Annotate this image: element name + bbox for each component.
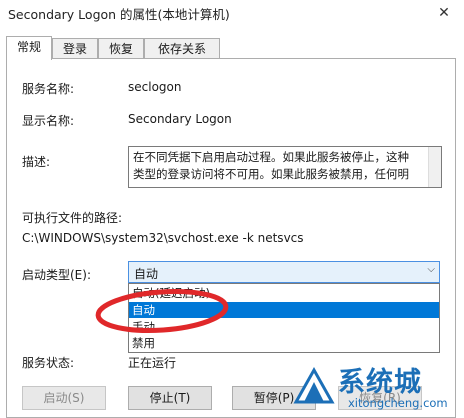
service-name-value: seclogon [128, 80, 182, 94]
description-label: 描述: [22, 155, 51, 169]
description-scrollbar[interactable] [428, 147, 441, 187]
brand-logo-icon [293, 366, 335, 404]
exe-path-value: C:\WINDOWS\system32\svchost.exe -k netsv… [22, 231, 304, 245]
service-status-label: 服务状态: [22, 356, 75, 370]
startup-type-dropdown: 自动(延迟启动) 自动 手动 禁用 [128, 283, 440, 353]
watermark-url: xitongcheng.com [348, 396, 448, 410]
startup-type-value: 自动 [134, 267, 159, 281]
start-button[interactable]: 启动(S) [22, 386, 106, 410]
window-title: Secondary Logon 的属性(本地计算机) [8, 7, 230, 22]
title-bar: Secondary Logon 的属性(本地计算机) ✕ [0, 0, 464, 26]
tab-dependencies[interactable]: 依存关系 [144, 38, 220, 58]
close-icon[interactable]: ✕ [432, 3, 456, 23]
service-name-label: 服务名称: [22, 82, 75, 96]
display-name-value: Secondary Logon [128, 112, 232, 126]
tab-logon[interactable]: 登录 [52, 38, 98, 58]
watermark: 系统城 xitongcheng.com [292, 360, 460, 413]
tab-recovery[interactable]: 恢复 [98, 38, 144, 58]
option-manual[interactable]: 手动 [129, 319, 439, 335]
exe-path-label: 可执行文件的路径: [22, 211, 123, 225]
description-line-2: 类型的登录访问将不可用。如果此服务被禁用，任何明 [133, 167, 409, 181]
description-box[interactable]: 在不同凭据下启用启动过程。如果此服务被停止，这种 类型的登录访问将不可用。如果此… [128, 146, 442, 188]
option-automatic-delayed[interactable]: 自动(延迟启动) [129, 285, 439, 301]
description-line-1: 在不同凭据下启用启动过程。如果此服务被停止，这种 [133, 150, 409, 164]
service-status-value: 正在运行 [128, 356, 177, 370]
stop-button[interactable]: 停止(T) [128, 386, 212, 410]
option-disabled[interactable]: 禁用 [129, 335, 439, 351]
tab-general[interactable]: 常规 [6, 36, 52, 60]
startup-type-select[interactable]: 自动 ⌵ [128, 261, 440, 283]
startup-type-label: 启动类型(E): [22, 268, 91, 282]
option-automatic[interactable]: 自动 [129, 302, 439, 318]
watermark-brand: 系统城 [338, 367, 422, 398]
display-name-label: 显示名称: [22, 114, 75, 128]
chevron-down-icon[interactable]: ⌵ [427, 264, 435, 275]
